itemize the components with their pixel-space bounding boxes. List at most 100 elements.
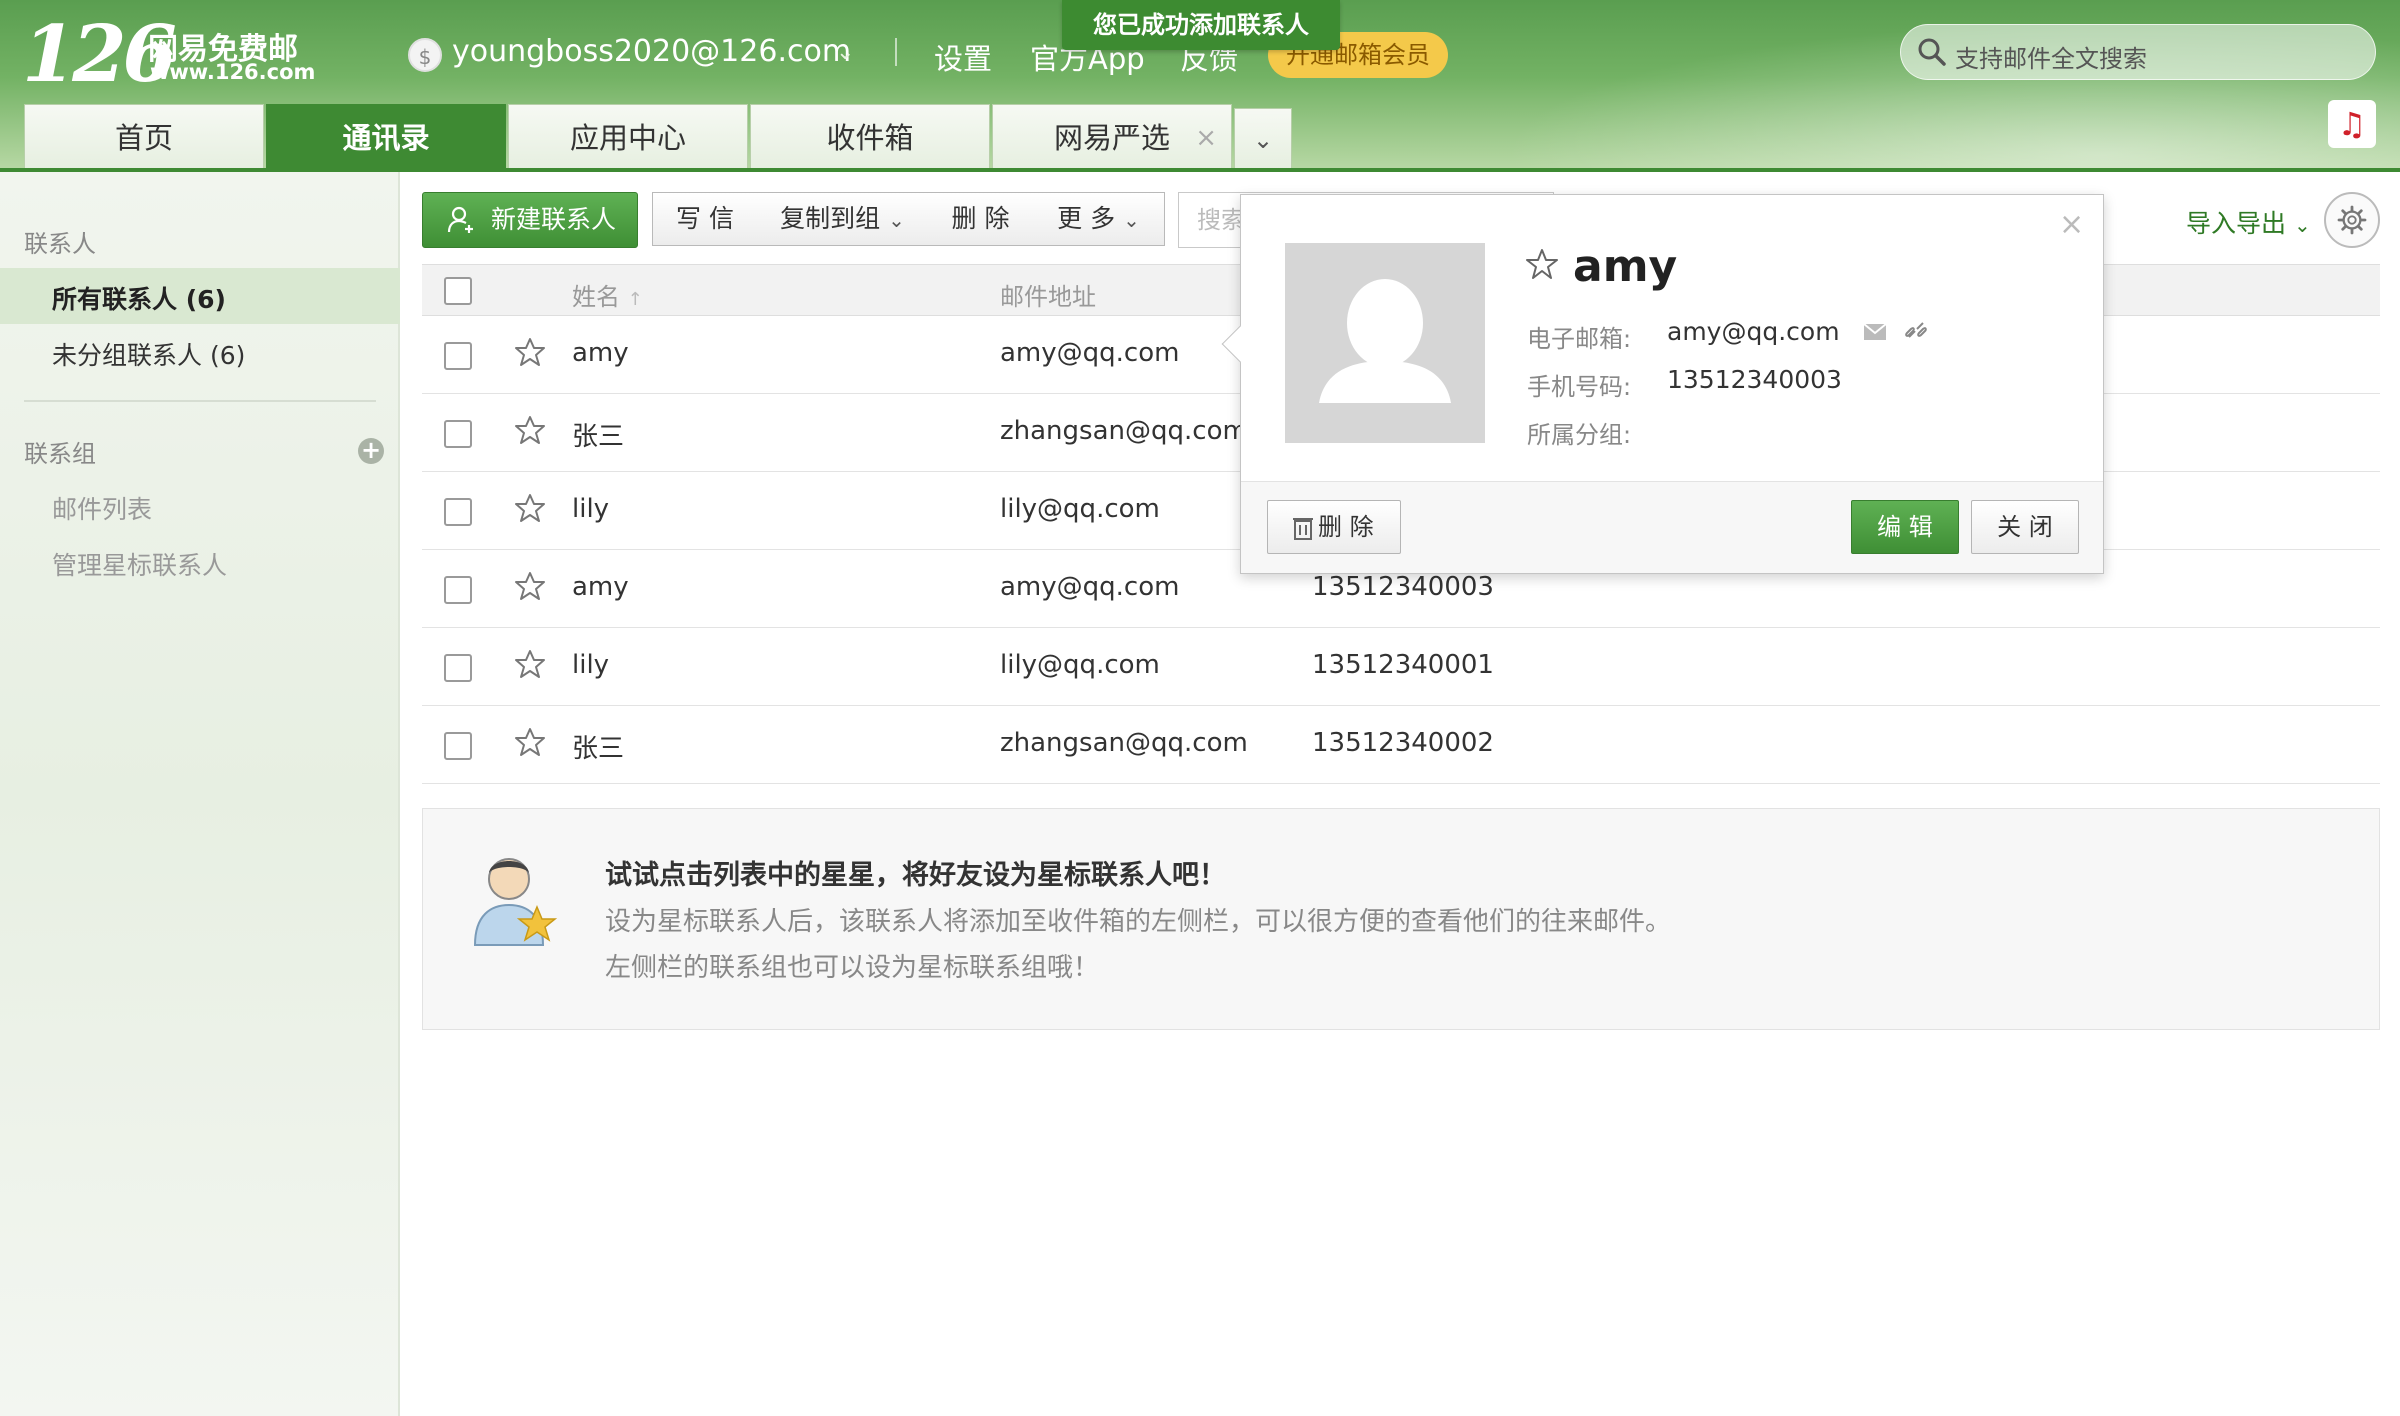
contact-name-cell[interactable]: lily — [572, 494, 609, 524]
sidebar-item-label: 所有联系人 (6) — [52, 285, 226, 314]
row-checkbox[interactable] — [444, 732, 472, 760]
tab-home[interactable]: 首页 — [24, 104, 264, 170]
close-icon[interactable]: × — [2059, 207, 2084, 242]
chevron-down-icon: ⌄ — [888, 208, 905, 232]
contacts-heading: 联系人 — [24, 230, 96, 258]
tab-inbox[interactable]: 收件箱 — [750, 104, 990, 170]
account-chevron-down-icon[interactable]: ⌄ — [836, 40, 854, 65]
star-icon[interactable] — [514, 336, 546, 368]
more-label: 更 多 — [1057, 204, 1116, 233]
phone-label: 手机号码: — [1527, 373, 1632, 401]
contact-name-cell[interactable]: amy — [572, 338, 629, 368]
copy-to-group-button[interactable]: 复制到组 ⌄ — [757, 192, 929, 246]
import-export-dropdown[interactable]: 导入导出 ⌄ — [2186, 204, 2311, 240]
link-icon[interactable] — [1901, 317, 1931, 347]
import-export-label: 导入导出 — [2186, 209, 2287, 238]
close-popover-button[interactable]: 关 闭 — [1971, 500, 2079, 554]
contact-email-cell[interactable]: zhangsan@qq.com — [1000, 416, 1248, 446]
header-divider — [895, 38, 897, 66]
delete-label: 删 除 — [1318, 513, 1374, 541]
trash-icon — [1293, 518, 1313, 540]
chevron-down-icon: ⌄ — [2293, 213, 2311, 237]
row-checkbox[interactable] — [444, 498, 472, 526]
sort-arrow-icon: ↑ — [627, 289, 643, 310]
contact-name-cell[interactable]: 张三 — [572, 728, 624, 765]
group-label: 所属分组: — [1527, 421, 1632, 449]
account-status-icon: $ — [408, 38, 442, 72]
edit-contact-button[interactable]: 编 辑 — [1851, 500, 1959, 554]
contact-email-cell[interactable]: zhangsan@qq.com — [1000, 728, 1248, 758]
contact-email-cell[interactable]: lily@qq.com — [1000, 650, 1160, 680]
tab-close-icon[interactable]: × — [1195, 105, 1217, 171]
tabs-more-chevron-down-icon[interactable]: ⌄ — [1234, 108, 1292, 170]
success-toast: 您已成功添加联系人 — [1062, 0, 1340, 50]
table-row[interactable]: 张三 zhangsan@qq.com 13512340002 — [422, 706, 2380, 784]
mail-icon[interactable] — [1863, 323, 1887, 341]
top-header: 126 网易免费邮 www.126.com $ youngboss2020@12… — [0, 0, 2400, 172]
sidebar-item-ungrouped[interactable]: 未分组联系人 (6) — [52, 336, 245, 372]
tab-yanxuan-label: 网易严选 — [1053, 121, 1170, 155]
star-icon[interactable] — [514, 492, 546, 524]
sidebar-item-manage-star[interactable]: 管理星标联系人 — [52, 546, 227, 582]
row-checkbox[interactable] — [444, 342, 472, 370]
account-email[interactable]: youngboss2020@126.com — [452, 34, 851, 69]
logo-url: www.126.com — [150, 60, 316, 84]
star-tip-box: 试试点击列表中的星星，将好友设为星标联系人吧！ 设为星标联系人后，该联系人将添加… — [422, 808, 2380, 1030]
contact-email-cell[interactable]: lily@qq.com — [1000, 494, 1160, 524]
add-group-icon[interactable]: + — [358, 438, 384, 464]
sidebar-item-all-contacts[interactable]: 所有联系人 (6) — [0, 268, 400, 324]
contact-name-cell[interactable]: lily — [572, 650, 609, 680]
tip-line: 左侧栏的联系组也可以设为星标联系组哦！ — [605, 953, 1100, 983]
column-header-name-label: 姓名 — [572, 283, 620, 311]
contact-email-cell[interactable]: amy@qq.com — [1000, 572, 1179, 602]
contact-phone-cell: 13512340001 — [1312, 650, 1494, 680]
column-header-name[interactable]: 姓名 ↑ — [572, 277, 643, 312]
star-icon[interactable] — [514, 726, 546, 758]
tab-app-center[interactable]: 应用中心 — [508, 104, 748, 170]
contact-name-cell[interactable]: amy — [572, 572, 629, 602]
select-all-checkbox[interactable] — [444, 277, 472, 305]
add-user-icon — [447, 206, 473, 233]
settings-link[interactable]: 设置 — [934, 36, 992, 78]
more-button[interactable]: 更 多 ⌄ — [1033, 192, 1165, 246]
contact-name: amy — [1573, 241, 1678, 292]
contact-phone: 13512340003 — [1667, 365, 1842, 394]
star-icon[interactable] — [514, 414, 546, 446]
star-contact-icon — [473, 858, 558, 946]
table-row[interactable]: lily lily@qq.com 13512340001 — [422, 628, 2380, 706]
row-checkbox[interactable] — [444, 420, 472, 448]
tab-yanxuan[interactable]: 网易严选 × — [992, 104, 1232, 170]
write-mail-button[interactable]: 写 信 — [652, 192, 758, 246]
row-checkbox[interactable] — [444, 654, 472, 682]
tab-contacts[interactable]: 通讯录 — [266, 104, 506, 170]
contact-email-cell[interactable]: amy@qq.com — [1000, 338, 1179, 368]
gear-icon[interactable] — [2324, 192, 2380, 248]
contact-email[interactable]: amy@qq.com — [1667, 317, 1840, 346]
contact-name-cell[interactable]: 张三 — [572, 416, 624, 453]
search-placeholder: 支持邮件全文搜索 — [1955, 45, 2147, 73]
sidebar: 联系人 所有联系人 (6) 未分组联系人 (6) 联系组 + 邮件列表 管理星标… — [0, 172, 400, 1416]
row-checkbox[interactable] — [444, 576, 472, 604]
column-header-email[interactable]: 邮件地址 — [1000, 277, 1096, 312]
star-icon[interactable] — [514, 648, 546, 680]
contact-avatar — [1285, 243, 1485, 443]
chevron-down-icon: ⌄ — [1123, 208, 1140, 232]
popover-footer: 删 除 编 辑 关 闭 — [1241, 481, 2103, 573]
new-contact-button[interactable]: 新建联系人 — [422, 192, 638, 248]
sidebar-item-mail-list[interactable]: 邮件列表 — [52, 490, 152, 526]
tip-line: 设为星标联系人后，该联系人将添加至收件箱的左侧栏，可以很方便的查看他们的往来邮件… — [605, 907, 1672, 937]
star-icon[interactable] — [1525, 247, 1559, 281]
star-icon[interactable] — [514, 570, 546, 602]
email-label: 电子邮箱: — [1527, 325, 1632, 353]
new-contact-label: 新建联系人 — [491, 205, 617, 234]
person-silhouette-icon — [1319, 279, 1451, 403]
contact-detail-popover: × amy 电子邮箱: amy@qq.com 手机号码: 13512340003… — [1221, 194, 2104, 574]
mail-search-input[interactable]: 支持邮件全文搜索 — [1900, 24, 2376, 80]
groups-heading: 联系组 — [24, 440, 96, 468]
delete-button[interactable]: 删 除 — [928, 192, 1034, 246]
music-icon[interactable]: ♫ — [2328, 100, 2376, 148]
contact-phone-cell: 13512340003 — [1312, 572, 1494, 602]
search-icon — [1918, 38, 1946, 66]
copy-to-group-label: 复制到组 — [780, 204, 881, 233]
delete-contact-button[interactable]: 删 除 — [1267, 500, 1401, 554]
